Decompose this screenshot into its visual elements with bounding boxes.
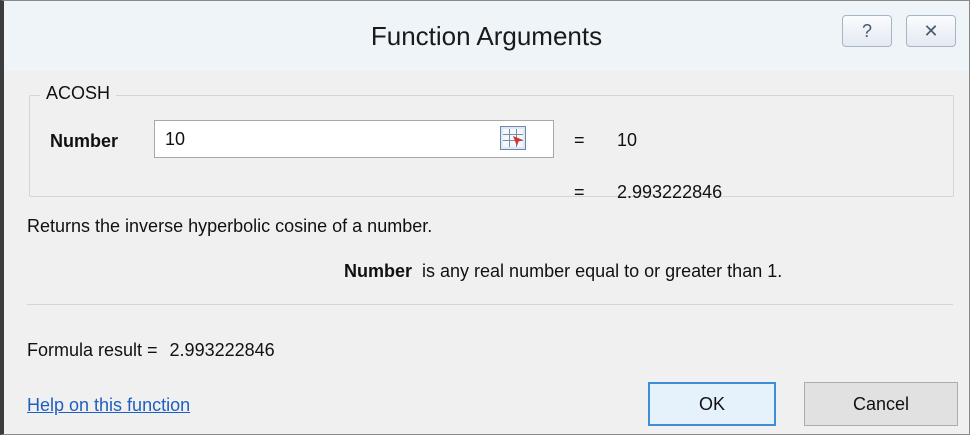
- argument-equals-sign: =: [574, 130, 585, 150]
- help-button[interactable]: ?: [842, 15, 892, 47]
- ok-button[interactable]: OK: [648, 382, 776, 426]
- range-select-icon: [503, 129, 523, 147]
- close-icon: ✕: [923, 20, 939, 41]
- dialog-title: Function Arguments: [370, 21, 603, 51]
- function-description: Returns the inverse hyperbolic cosine of…: [27, 216, 433, 236]
- title-bar: Function Arguments ? ✕: [4, 1, 969, 71]
- function-arguments-group: ACOSH Number = 10: [29, 83, 954, 197]
- parameter-help: Number is any real number equal to or gre…: [344, 261, 782, 282]
- formula-result-label: Formula result =: [27, 340, 158, 360]
- number-argument-input[interactable]: [154, 120, 554, 158]
- function-result-value: 2.993222846: [617, 182, 723, 202]
- result-equals-sign: =: [574, 182, 585, 202]
- collapse-dialog-button[interactable]: [500, 126, 526, 150]
- function-name-label: ACOSH: [40, 83, 117, 104]
- question-mark-icon: ?: [861, 20, 872, 41]
- close-button[interactable]: ✕: [906, 15, 956, 47]
- argument-evaluated-value: 10: [617, 130, 638, 150]
- cancel-button[interactable]: Cancel: [804, 382, 958, 426]
- help-on-function-link[interactable]: Help on this function: [27, 395, 190, 416]
- formula-result: Formula result = 2.993222846: [27, 340, 275, 361]
- function-arguments-dialog: Function Arguments ? ✕ ACOSH Number = 10…: [0, 0, 970, 435]
- parameter-name: Number: [344, 261, 413, 281]
- formula-result-value: 2.993222846: [169, 340, 275, 360]
- divider: [27, 304, 953, 305]
- number-argument-label: Number: [50, 131, 119, 151]
- parameter-help-text: is any real number equal to or greater t…: [422, 261, 783, 281]
